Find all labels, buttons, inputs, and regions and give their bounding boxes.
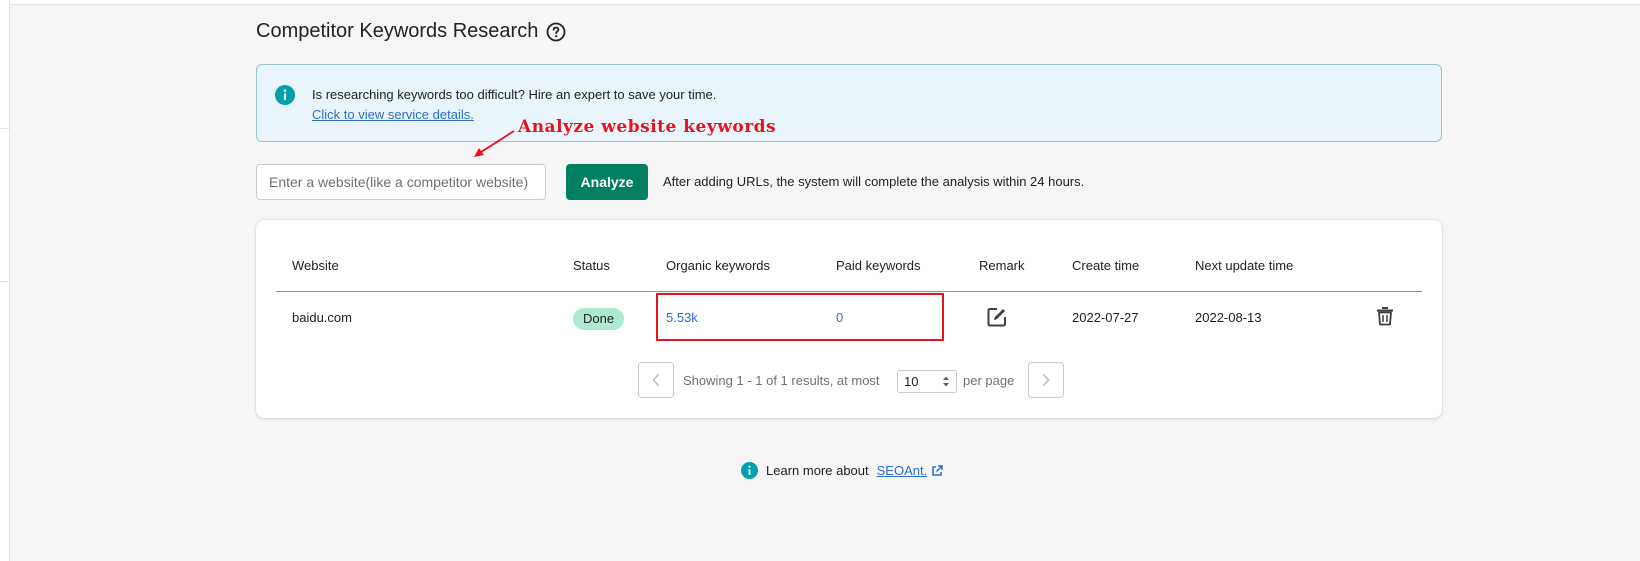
trash-icon[interactable] bbox=[1376, 306, 1394, 326]
website-input[interactable] bbox=[256, 164, 546, 200]
annotation-arrow-icon bbox=[474, 130, 515, 157]
column-header-create-time: Create time bbox=[1072, 258, 1140, 273]
left-divider bbox=[0, 281, 9, 282]
previous-page-button[interactable] bbox=[638, 362, 674, 398]
annotation-label: Analyze website keywords bbox=[518, 117, 777, 137]
column-header-organic-keywords: Organic keywords bbox=[666, 258, 771, 273]
question-circle-icon[interactable] bbox=[546, 22, 566, 42]
column-header-paid-keywords: Paid keywords bbox=[836, 258, 921, 273]
cell-create-time: 2022-07-27 bbox=[1072, 310, 1139, 325]
column-header-next-update-time: Next update time bbox=[1195, 258, 1294, 273]
select-arrows-icon bbox=[943, 376, 949, 387]
left-divider bbox=[0, 128, 9, 129]
cell-website: baidu.com bbox=[292, 310, 352, 325]
status-badge: Done bbox=[573, 308, 625, 330]
learn-more-text: Learn more about bbox=[766, 463, 869, 478]
seoant-link[interactable]: SEOAnt. bbox=[877, 463, 928, 478]
analyze-button[interactable]: Analyze bbox=[566, 164, 648, 200]
chevron-right-icon bbox=[1042, 373, 1050, 387]
chevron-left-icon bbox=[652, 373, 660, 387]
per-page-select[interactable]: 10 bbox=[897, 370, 957, 393]
edit-icon[interactable] bbox=[986, 306, 1008, 328]
banner-message: Is researching keywords too difficult? H… bbox=[312, 87, 717, 102]
info-icon bbox=[275, 85, 295, 105]
learn-more-footer: Learn more about SEOAnt. bbox=[741, 462, 943, 479]
external-link-icon[interactable] bbox=[931, 464, 943, 477]
column-header-remark: Remark bbox=[979, 258, 1025, 273]
service-banner: Is researching keywords too difficult? H… bbox=[256, 64, 1442, 142]
pagination-summary: Showing 1 - 1 of 1 results, at most bbox=[683, 373, 880, 388]
page-title: Competitor Keywords Research bbox=[256, 20, 566, 43]
per-page-value: 10 bbox=[904, 374, 919, 389]
per-page-label: per page bbox=[963, 373, 1015, 388]
cell-next-update-time: 2022-08-13 bbox=[1195, 310, 1262, 325]
results-card: Website Status Organic keywords Paid key… bbox=[256, 220, 1442, 418]
table-header-divider bbox=[276, 291, 1422, 292]
page-title-text: Competitor Keywords Research bbox=[256, 20, 539, 42]
next-page-button[interactable] bbox=[1028, 362, 1064, 398]
column-header-website: Website bbox=[292, 258, 339, 273]
column-header-status: Status bbox=[573, 258, 610, 273]
analysis-note: After adding URLs, the system will compl… bbox=[663, 174, 1085, 189]
service-details-link[interactable]: Click to view service details. bbox=[312, 107, 474, 122]
info-icon bbox=[741, 462, 758, 479]
annotation-highlight-box bbox=[656, 293, 944, 341]
top-border bbox=[0, 0, 1640, 5]
